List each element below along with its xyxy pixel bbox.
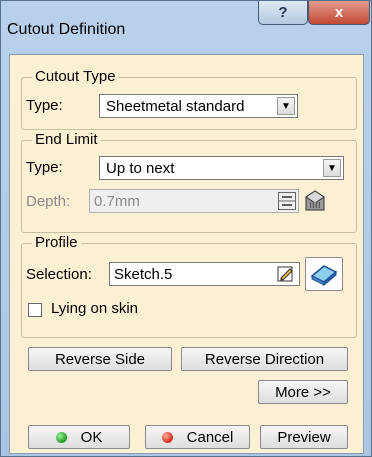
ok-button[interactable]: OK (28, 425, 130, 449)
green-led-icon (55, 431, 67, 443)
depth-input[interactable]: 0.7mm (89, 189, 299, 213)
end-limit-group: End Limit Type: Up to next ▼ Depth: 0.7m… (21, 131, 357, 233)
cancel-label: Cancel (186, 428, 234, 446)
red-led-icon (161, 431, 173, 443)
more-button[interactable]: More >> (258, 380, 348, 404)
depth-label: Depth: (26, 193, 71, 210)
end-limit-type-label: Type: (26, 159, 63, 176)
help-icon: ? (278, 4, 288, 21)
cancel-button[interactable]: Cancel (145, 425, 250, 449)
depth-value: 0.7mm (94, 193, 140, 210)
cutout-type-group: Cutout Type Type: Sheetmetal standard ▼ (21, 68, 357, 130)
selection-field[interactable]: Sketch.5 (109, 262, 300, 286)
end-limit-type-select[interactable]: Up to next ▼ (99, 156, 344, 180)
help-button[interactable]: ? (258, 1, 308, 25)
end-limit-legend: End Limit (32, 131, 101, 148)
ok-label: OK (80, 428, 103, 446)
dropdown-arrow-icon[interactable]: ▼ (323, 159, 341, 177)
surface-button[interactable] (305, 257, 343, 291)
selection-label: Selection: (26, 266, 92, 283)
sketcher-icon[interactable] (276, 264, 296, 284)
profile-legend: Profile (32, 234, 81, 251)
selection-value: Sketch.5 (114, 266, 173, 283)
close-button[interactable]: x (308, 1, 370, 25)
preview-button[interactable]: Preview (260, 425, 348, 449)
measure-tool-icon[interactable] (303, 187, 327, 213)
reverse-direction-button[interactable]: Reverse Direction (181, 347, 348, 371)
title-bar[interactable]: Cutout Definition ? x (1, 1, 371, 55)
surface-icon (310, 265, 338, 287)
close-icon: x (334, 4, 344, 21)
dropdown-arrow-icon[interactable]: ▼ (277, 97, 295, 115)
end-limit-type-value: Up to next (106, 160, 175, 177)
lying-on-skin-checkbox[interactable] (28, 303, 42, 317)
profile-group: Profile Selection: Sketch.5 Lying on ski… (21, 234, 357, 338)
cutout-type-value: Sheetmetal standard (106, 98, 245, 115)
cutout-type-select[interactable]: Sheetmetal standard ▼ (99, 94, 298, 118)
lying-on-skin-label[interactable]: Lying on skin (51, 300, 138, 317)
cutout-definition-dialog: Cutout Definition ? x Cutout Type Type: … (0, 0, 372, 457)
dialog-body: Cutout Type Type: Sheetmetal standard ▼ … (9, 54, 364, 454)
cutout-type-legend: Cutout Type (32, 68, 119, 85)
window-title: Cutout Definition (7, 21, 126, 38)
reverse-side-button[interactable]: Reverse Side (28, 347, 172, 371)
cutout-type-label: Type: (26, 97, 63, 114)
spinner-icon[interactable] (278, 192, 296, 210)
